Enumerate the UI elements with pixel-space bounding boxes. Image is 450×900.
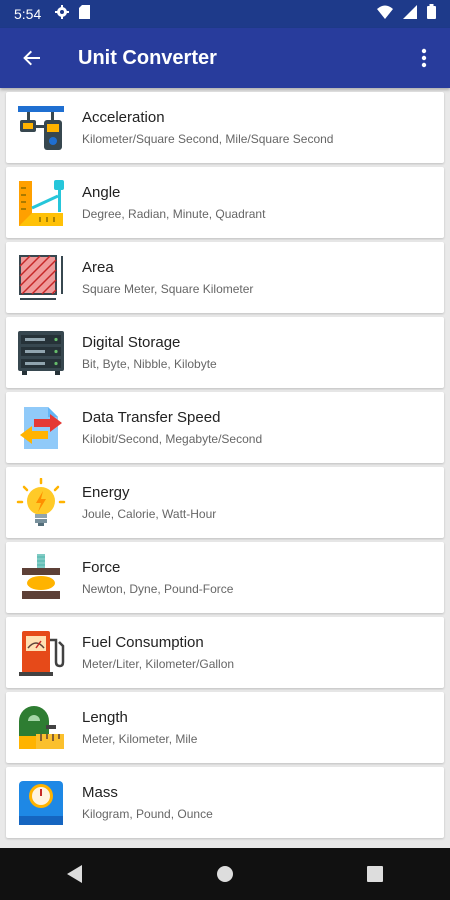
list-item-length[interactable]: Length Meter, Kilometer, Mile (6, 692, 444, 763)
status-bar: 5:54 (0, 0, 450, 28)
item-subtitle: Kilogram, Pound, Ounce (82, 807, 213, 821)
arrow-back-icon (23, 50, 40, 66)
data-transfer-icon (16, 403, 66, 453)
item-subtitle: Joule, Calorie, Watt-Hour (82, 507, 217, 521)
item-subtitle: Kilometer/Square Second, Mile/Square Sec… (82, 132, 334, 146)
scale-icon (16, 778, 66, 828)
list-item-force[interactable]: Force Newton, Dyne, Pound-Force (6, 542, 444, 613)
angle-icon (16, 178, 66, 228)
item-title: Acceleration (82, 109, 165, 126)
press-icon (16, 553, 66, 603)
converter-list: Acceleration Kilometer/Square Second, Mi… (0, 88, 450, 848)
battery-icon (427, 4, 436, 24)
nav-recents-icon (367, 866, 383, 882)
list-item-acceleration[interactable]: Acceleration Kilometer/Square Second, Mi… (6, 92, 444, 163)
item-subtitle: Newton, Dyne, Pound-Force (82, 582, 234, 596)
wifi-icon (377, 5, 393, 24)
nav-home-icon (217, 866, 233, 882)
settings-icon (55, 4, 70, 24)
item-title: Digital Storage (82, 334, 181, 351)
list-item-data-transfer-speed[interactable]: Data Transfer Speed Kilobit/Second, Mega… (6, 392, 444, 463)
list-item-fuel-consumption[interactable]: Fuel Consumption Meter/Liter, Kilometer/… (6, 617, 444, 688)
item-subtitle: Meter, Kilometer, Mile (82, 732, 198, 746)
status-time: 5:54 (14, 6, 42, 22)
page-title: Unit Converter (78, 46, 217, 69)
server-icon (16, 328, 66, 378)
fuel-pump-icon (16, 628, 66, 678)
list-item-angle[interactable]: Angle Degree, Radian, Minute, Quadrant (6, 167, 444, 238)
area-icon (16, 253, 66, 303)
lightbulb-icon (16, 477, 66, 528)
nav-back-button[interactable] (45, 848, 105, 900)
item-title: Force (82, 559, 121, 576)
item-title: Data Transfer Speed (82, 409, 221, 426)
list-item-digital-storage[interactable]: Digital Storage Bit, Byte, Nibble, Kilob… (6, 317, 444, 388)
tape-measure-icon (16, 703, 66, 753)
item-subtitle: Square Meter, Square Kilometer (82, 282, 254, 296)
nav-back-icon (67, 865, 82, 883)
system-nav-bar (0, 848, 450, 900)
cellular-signal-icon (403, 4, 417, 24)
item-title: Area (82, 259, 114, 276)
list-item-energy[interactable]: Energy Joule, Calorie, Watt-Hour (6, 467, 444, 538)
item-subtitle: Degree, Radian, Minute, Quadrant (82, 207, 266, 221)
item-title: Length (82, 709, 128, 726)
nav-recents-button[interactable] (345, 848, 405, 900)
item-title: Fuel Consumption (82, 634, 204, 651)
more-vert-icon (421, 48, 427, 68)
app-bar: Unit Converter (0, 28, 450, 88)
item-subtitle: Meter/Liter, Kilometer/Gallon (82, 657, 235, 671)
overflow-menu-button[interactable] (408, 38, 440, 78)
item-title: Energy (82, 484, 130, 501)
list-item-mass[interactable]: Mass Kilogram, Pound, Ounce (6, 767, 444, 838)
back-button[interactable] (12, 38, 52, 78)
sd-card-icon (79, 4, 91, 24)
item-title: Angle (82, 184, 121, 201)
acceleration-icon (16, 103, 66, 153)
item-title: Mass (82, 784, 118, 801)
nav-home-button[interactable] (195, 848, 255, 900)
list-item-area[interactable]: Area Square Meter, Square Kilometer (6, 242, 444, 313)
item-subtitle: Bit, Byte, Nibble, Kilobyte (82, 357, 217, 371)
item-subtitle: Kilobit/Second, Megabyte/Second (82, 432, 263, 446)
